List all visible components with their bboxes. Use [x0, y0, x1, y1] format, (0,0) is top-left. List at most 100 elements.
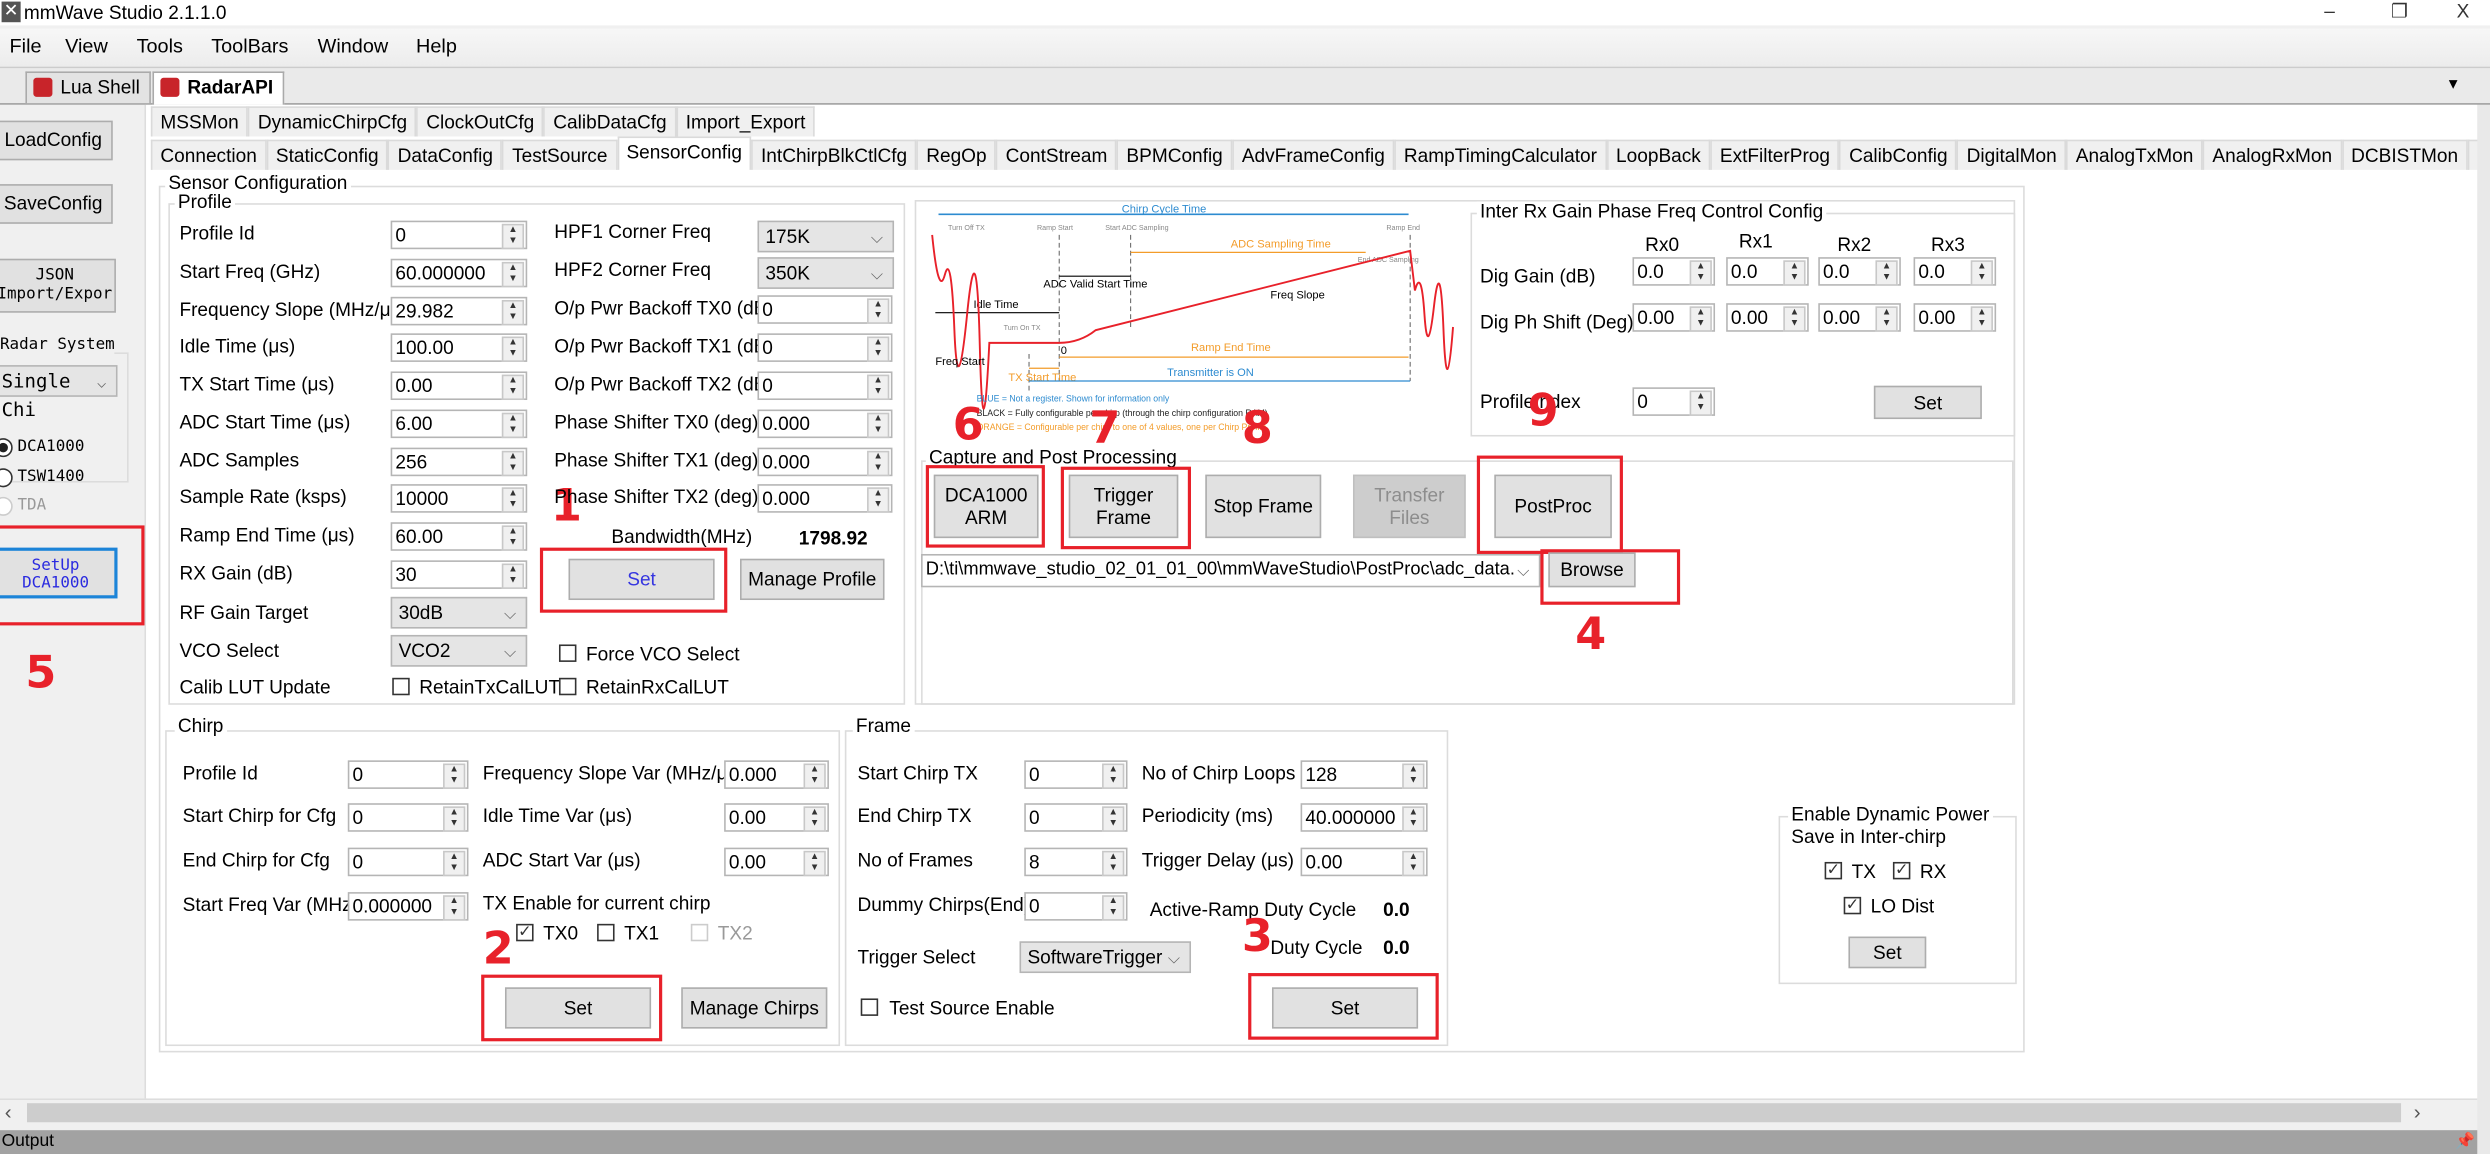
profile-field-spinbox[interactable]: 60.00 ▲ ▼: [390, 522, 528, 551]
spin-arrows-icon[interactable]: ▲ ▼: [1402, 763, 1425, 789]
postproc-button[interactable]: PostProc: [1494, 474, 1612, 539]
force-vco-select-checkbox[interactable]: [558, 644, 577, 662]
spin-arrows-icon[interactable]: ▲ ▼: [1875, 306, 1898, 332]
tab-calibdatacfg[interactable]: CalibDataCfg: [543, 106, 677, 137]
rf-gain-target-select[interactable]: 30dB ⌵: [390, 596, 528, 629]
tab-list-dropdown-icon[interactable]: ▾: [2449, 73, 2458, 94]
tab-sensorconfig[interactable]: SensorConfig: [616, 136, 752, 170]
spin-arrows-icon[interactable]: ▲ ▼: [867, 412, 890, 439]
chirp-set-button[interactable]: Set: [504, 987, 652, 1029]
hpf1-select[interactable]: 175K ⌵: [757, 220, 895, 253]
pin-icon[interactable]: 📌: [2455, 1133, 2475, 1150]
spin-arrows-icon[interactable]: ▲ ▼: [803, 763, 826, 789]
profile-field-spinbox[interactable]: 6.00 ▲ ▼: [390, 409, 528, 439]
tab-staticconfig[interactable]: StaticConfig: [266, 139, 389, 170]
tab-connection[interactable]: Connection: [150, 139, 267, 170]
chirp-right-spinbox[interactable]: 0.00 ▲ ▼: [724, 803, 829, 832]
spin-arrows-icon[interactable]: ▲ ▼: [501, 487, 525, 513]
menu-file[interactable]: File: [10, 35, 42, 57]
tab-bpmconfig[interactable]: BPMConfig: [1116, 139, 1233, 170]
manage-chirps-button[interactable]: Manage Chirps: [681, 987, 828, 1029]
spin-arrows-icon[interactable]: ▲ ▼: [867, 487, 890, 513]
profile-right-spinbox[interactable]: 0.000 ▲ ▼: [757, 484, 893, 513]
adc-data-path-select[interactable]: D:\ti\mmwave_studio_02_01_01_00\mmWaveSt…: [921, 553, 1541, 588]
frame-right-spinbox[interactable]: 128 ▲ ▼: [1300, 760, 1428, 789]
retain-tx-cal-lut-checkbox[interactable]: [392, 677, 410, 696]
spin-arrows-icon[interactable]: ▲ ▼: [501, 223, 525, 250]
tab-loopback[interactable]: LoopBack: [1606, 139, 1711, 170]
spin-arrows-icon[interactable]: ▲ ▼: [803, 850, 826, 877]
scroll-right-icon[interactable]: ›: [2414, 1100, 2421, 1124]
tab-clockoutcfg[interactable]: ClockOutCfg: [416, 106, 544, 137]
tab-contstream[interactable]: ContStream: [996, 139, 1117, 170]
dig-gain-spinbox[interactable]: 0.0 ▲ ▼: [1818, 257, 1901, 286]
lo-dist-checkbox[interactable]: ✓: [1843, 896, 1862, 915]
spin-arrows-icon[interactable]: ▲ ▼: [1102, 850, 1125, 877]
tab-dataconfig[interactable]: DataConfig: [388, 139, 503, 170]
inter-rx-set-button[interactable]: Set: [1873, 385, 1982, 420]
profile-field-spinbox[interactable]: 60.000000 ▲ ▼: [390, 258, 528, 288]
tab-dcbistmon[interactable]: DCBISTMon: [2341, 139, 2468, 170]
spin-arrows-icon[interactable]: ▲ ▼: [1689, 260, 1712, 286]
frame-field-spinbox[interactable]: 0 ▲ ▼: [1024, 760, 1128, 789]
doc-tab-radar-api[interactable]: RadarAPI: [152, 71, 285, 105]
spin-arrows-icon[interactable]: ▲ ▼: [1102, 806, 1125, 832]
spin-arrows-icon[interactable]: ▲ ▼: [1875, 260, 1898, 286]
dca1000-arm-button[interactable]: DCA1000 ARM: [933, 474, 1039, 539]
menu-toolbars[interactable]: ToolBars: [211, 35, 288, 57]
tx0-checkbox[interactable]: ✓: [516, 923, 534, 942]
spin-arrows-icon[interactable]: ▲ ▼: [501, 450, 525, 477]
power-save-set-button[interactable]: Set: [1848, 936, 1927, 969]
profile-field-spinbox[interactable]: 256 ▲ ▼: [390, 447, 528, 477]
spin-arrows-icon[interactable]: ▲ ▼: [867, 374, 890, 401]
spin-arrows-icon[interactable]: ▲ ▼: [443, 850, 466, 877]
profile-field-spinbox[interactable]: 30 ▲ ▼: [390, 560, 528, 589]
retain-rx-cal-lut-checkbox[interactable]: [558, 677, 577, 696]
frame-right-spinbox[interactable]: 40.000000 ▲ ▼: [1300, 803, 1428, 832]
json-import-export-button[interactable]: JSON Import/Expor: [0, 258, 116, 313]
scroll-left-icon[interactable]: ‹: [5, 1100, 12, 1124]
tab-ramptimingcalculator[interactable]: RampTimingCalculator: [1394, 139, 1607, 170]
tab-digitalmon[interactable]: DigitalMon: [1957, 139, 2067, 170]
spin-arrows-icon[interactable]: ▲ ▼: [501, 563, 525, 589]
tab-dynamicchirpcfg[interactable]: DynamicChirpCfg: [248, 106, 417, 137]
tab-advframeconfig[interactable]: AdvFrameConfig: [1232, 139, 1395, 170]
profile-set-button[interactable]: Set: [568, 558, 715, 601]
tab-import-export[interactable]: Import_Export: [676, 106, 815, 137]
stop-frame-button[interactable]: Stop Frame: [1205, 474, 1322, 539]
frame-set-button[interactable]: Set: [1271, 987, 1419, 1029]
frame-field-spinbox[interactable]: 0 ▲ ▼: [1024, 803, 1128, 832]
tab-analogrxmon[interactable]: AnalogRxMon: [2202, 139, 2342, 170]
spin-arrows-icon[interactable]: ▲ ▼: [1970, 306, 1993, 332]
power-save-tx-checkbox[interactable]: ✓: [1824, 861, 1843, 880]
dig-gain-spinbox[interactable]: 0.0 ▲ ▼: [1632, 257, 1716, 286]
dig-ph-shift-spinbox[interactable]: 0.00 ▲ ▼: [1818, 303, 1901, 332]
profile-right-spinbox[interactable]: 0.000 ▲ ▼: [757, 447, 893, 477]
dig-gain-spinbox[interactable]: 0.0 ▲ ▼: [1913, 257, 1997, 286]
chirp-field-spinbox[interactable]: 0 ▲ ▼: [347, 760, 469, 789]
profile-field-spinbox[interactable]: 100.00 ▲ ▼: [390, 333, 528, 362]
tab-regop[interactable]: RegOp: [916, 139, 997, 170]
spin-arrows-icon[interactable]: ▲ ▼: [867, 336, 890, 362]
profile-field-spinbox[interactable]: 0.00 ▲ ▼: [390, 371, 528, 401]
spin-arrows-icon[interactable]: ▲ ▼: [501, 300, 525, 326]
menu-window[interactable]: Window: [318, 35, 389, 57]
dig-ph-shift-spinbox[interactable]: 0.00 ▲ ▼: [1913, 303, 1997, 332]
chirp-field-spinbox[interactable]: 0 ▲ ▼: [347, 803, 469, 832]
power-save-rx-checkbox[interactable]: ✓: [1892, 861, 1911, 880]
profile-field-spinbox[interactable]: 0 ▲ ▼: [390, 220, 528, 250]
trigger-frame-button[interactable]: Trigger Frame: [1068, 474, 1179, 539]
profile-index-spinbox[interactable]: 0 ▲ ▼: [1632, 387, 1716, 416]
spin-arrows-icon[interactable]: ▲ ▼: [1783, 306, 1806, 332]
trigger-select[interactable]: SoftwareTrigger ⌵: [1019, 941, 1192, 974]
load-config-button[interactable]: LoadConfig: [0, 120, 113, 161]
dig-gain-spinbox[interactable]: 0.0 ▲ ▼: [1726, 257, 1809, 286]
spin-arrows-icon[interactable]: ▲ ▼: [443, 895, 466, 921]
tx1-checkbox[interactable]: [597, 923, 615, 942]
transfer-files-button[interactable]: Transfer Files: [1352, 474, 1466, 539]
tab-calibconfig[interactable]: CalibConfig: [1839, 139, 1958, 170]
profile-right-spinbox[interactable]: 0 ▲ ▼: [757, 333, 893, 362]
profile-right-spinbox[interactable]: 0 ▲ ▼: [757, 371, 893, 401]
tab-testsource[interactable]: TestSource: [502, 139, 617, 170]
frame-field-spinbox[interactable]: 0 ▲ ▼: [1024, 892, 1128, 921]
